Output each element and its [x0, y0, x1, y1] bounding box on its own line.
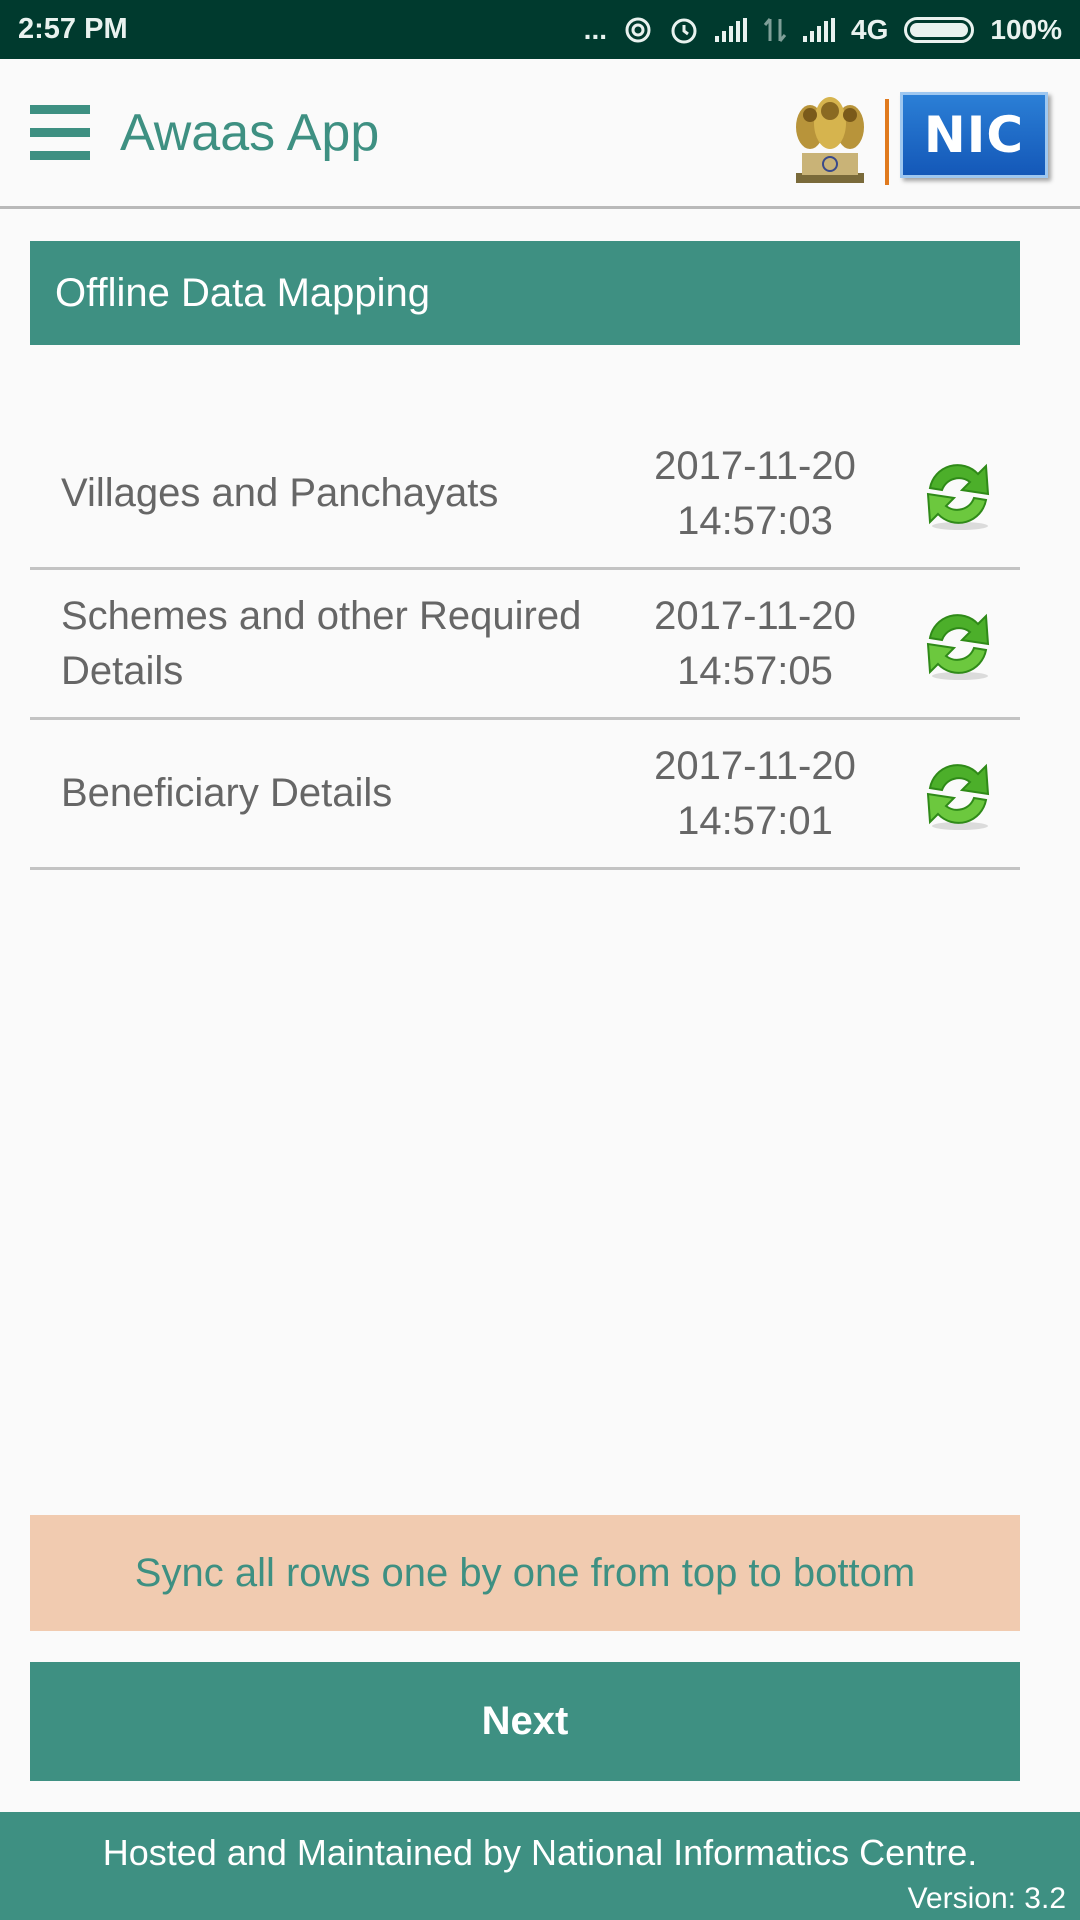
row-time: 14:57:01 [677, 798, 833, 843]
app-title: Awaas App [120, 104, 380, 162]
row-date: 2017-11-20 [654, 443, 856, 488]
hotspot-icon [625, 17, 651, 42]
status-bar: 2:57 PM ... 4G 100% [0, 0, 1080, 59]
row-timestamp: 2017-11-20 14:57:03 [650, 420, 860, 567]
sync-icon[interactable] [920, 756, 996, 832]
status-icons: ... 4G 100% [584, 14, 1062, 46]
signal-icon [715, 17, 748, 42]
alarm-icon [671, 18, 697, 43]
row-date: 2017-11-20 [654, 593, 856, 638]
data-mapping-list: Villages and Panchayats 2017-11-20 14:57… [30, 420, 1020, 870]
row-label: Schemes and other Required Details [61, 593, 582, 693]
list-item: Villages and Panchayats 2017-11-20 14:57… [30, 420, 1020, 570]
app-bar: Awaas App NIC [0, 59, 1080, 209]
battery-level: 100% [990, 13, 1062, 45]
nic-logo: NIC [900, 92, 1048, 178]
row-time: 14:57:05 [677, 648, 833, 693]
row-date: 2017-11-20 [654, 743, 856, 788]
app-version: Version: 3.2 [907, 1882, 1066, 1915]
page: 2:57 PM ... 4G 100% Awaas App NIC Offlin… [0, 0, 1080, 1920]
section-title: Offline Data Mapping [30, 241, 1020, 345]
sync-icon[interactable] [920, 606, 996, 682]
row-timestamp: 2017-11-20 14:57:01 [650, 720, 860, 867]
logo-divider [885, 99, 889, 185]
row-label: Beneficiary Details [61, 771, 393, 815]
status-time: 2:57 PM [18, 13, 128, 45]
row-label: Villages and Panchayats [61, 471, 499, 515]
sync-instruction-note: Sync all rows one by one from top to bot… [30, 1515, 1020, 1631]
network-type: 4G [851, 13, 889, 45]
signal-icon [803, 17, 836, 42]
battery-icon [904, 16, 975, 43]
sync-icon[interactable] [920, 456, 996, 532]
row-timestamp: 2017-11-20 14:57:05 [650, 570, 860, 717]
data-arrows-icon [763, 17, 787, 42]
more-dots-icon: ... [583, 13, 608, 45]
next-button[interactable]: Next [30, 1662, 1020, 1781]
list-item: Schemes and other Required Details 2017-… [30, 570, 1020, 720]
emblem-logo [796, 97, 864, 183]
footer: Hosted and Maintained by National Inform… [0, 1812, 1080, 1920]
menu-icon[interactable] [30, 105, 90, 165]
row-time: 14:57:03 [677, 498, 833, 543]
footer-text: Hosted and Maintained by National Inform… [102, 1832, 978, 1873]
list-item: Beneficiary Details 2017-11-20 14:57:01 [30, 720, 1020, 870]
